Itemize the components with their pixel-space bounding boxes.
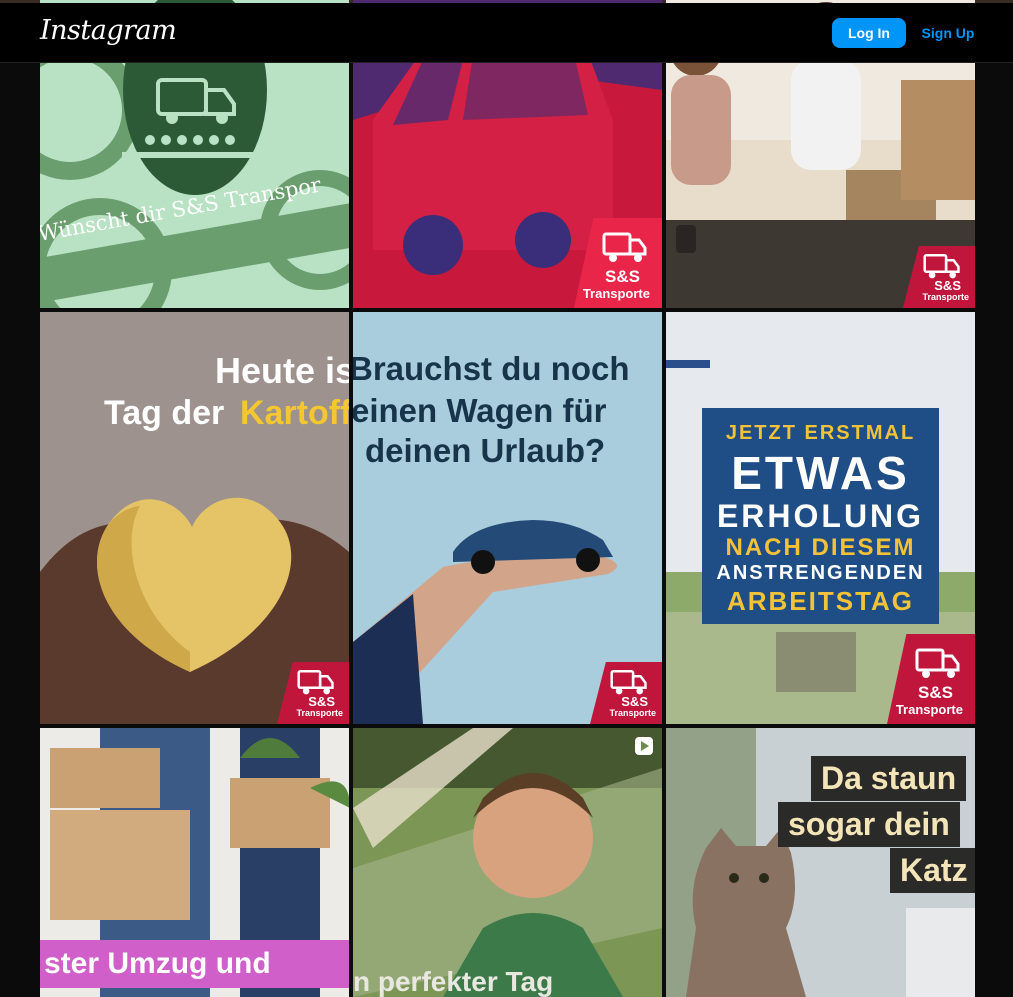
post-caption-overlay: ster Umzug und [40,940,349,988]
post-tile-relaxation[interactable]: JETZT ERSTMAL ETWAS ERHOLUNG NACH DIESEM… [666,312,975,724]
badge-brand-sub: Transporte [582,286,650,301]
hammock-photo [353,728,662,997]
post-headline-3: Kartoffe [240,394,349,432]
badge-brand-sub: Transporte [609,708,656,718]
play-icon [635,737,653,755]
post-headline-2: ETWAS [731,447,910,499]
post-headline-3: ERHOLUNG [716,498,925,534]
post-tile-cat[interactable]: Da staun sogar dein Katz [666,728,975,997]
post-headline-2: einen Wagen für [353,392,607,429]
badge-brand-name: S&S [605,267,640,286]
truck-icon [915,648,960,678]
badge-brand-name: S&S [621,694,648,709]
badge-brand-sub: Transporte [922,292,969,302]
post-tile-car-rental[interactable]: Brauchst du noch einen Wagen für deinen … [353,312,662,724]
login-button[interactable]: Log In [832,18,906,48]
badge-brand-sub: Transporte [296,708,343,718]
top-navigation-bar: Instagram Log In Sign Up [0,3,1013,63]
post-tile-moving-boxes[interactable]: ster Umzug und [40,728,349,997]
post-headline-4: NACH DIESEM [725,534,916,561]
post-tile-hammock[interactable]: n perfekter Tag [353,728,662,997]
post-headline-1: Heute is [215,350,349,391]
post-headline-1: Da staun [811,756,967,801]
post-headline-6: ARBEITSTAG [726,586,915,616]
badge-brand-name: S&S [934,278,961,293]
badge-brand-name: S&S [918,683,953,702]
reel-play-icon [634,736,654,761]
post-headline-2: sogar dein [778,802,960,847]
post-headline-3: Katz [890,848,975,893]
badge-brand-name: S&S [308,694,335,709]
post-headline-3: deinen Urlaub? [365,432,606,469]
post-headline-1: Brauchst du noch [353,350,630,387]
post-headline-1: JETZT ERSTMAL [725,422,916,444]
truck-icon [602,232,647,262]
post-headline-5: ANSTRENGENDEN [716,562,925,584]
signup-link[interactable]: Sign Up [916,18,980,48]
truck-icon [923,254,960,279]
truck-icon [297,670,334,695]
instagram-logo[interactable]: Instagram [40,15,177,46]
badge-brand-sub: Transporte [895,702,963,717]
post-headline-2: Tag der [104,394,225,432]
post-caption-overlay: n perfekter Tag [353,966,554,997]
truck-icon [610,670,647,695]
post-tile-potato[interactable]: Heute is Tag der Kartoffe S&S Transporte [40,312,349,724]
